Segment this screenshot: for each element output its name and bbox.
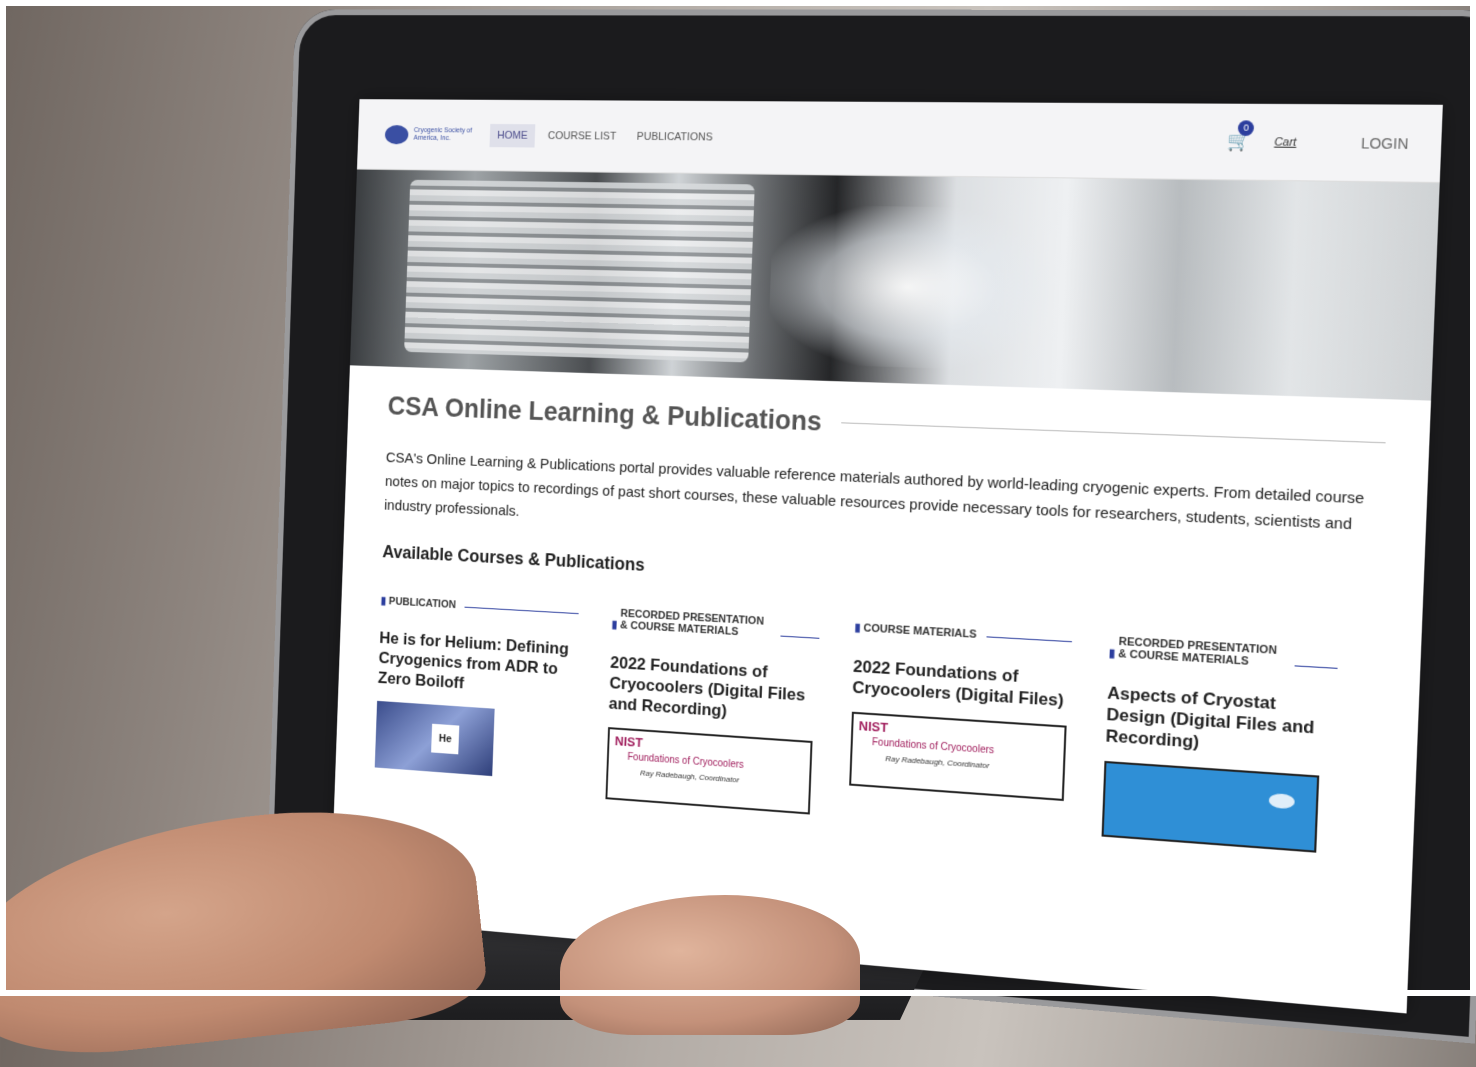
card-tag: ▮ PUBLICATION <box>381 594 579 618</box>
course-card[interactable]: ▮ COURSE MATERIALS 2022 Foundations of C… <box>847 621 1072 834</box>
intro-text: CSA's Online Learning & Publications por… <box>384 446 1384 565</box>
top-navigation: Cryogenic Society of America, Inc. HOME … <box>357 99 1443 183</box>
card-tag-label: RECORDED PRESENTATION & COURSE MATERIALS <box>620 608 771 640</box>
cart-count-badge: 0 <box>1238 120 1255 136</box>
nav-publications[interactable]: PUBLICATIONS <box>629 125 721 149</box>
title-row: CSA Online Learning & Publications <box>387 391 1386 459</box>
cart-icon[interactable]: 🛒 0 <box>1227 131 1252 153</box>
card-title[interactable]: Aspects of Cryostat Design (Digital File… <box>1105 682 1336 762</box>
laptop-screen: Cryogenic Society of America, Inc. HOME … <box>330 99 1443 1013</box>
card-title[interactable]: 2022 Foundations of Cryocoolers (Digital… <box>608 652 818 727</box>
hero-banner <box>350 170 1440 401</box>
main-content: CSA Online Learning & Publications CSA's… <box>335 365 1431 860</box>
card-image-subtitle: Ray Radebaugh, Coordinator <box>885 754 989 770</box>
course-card[interactable]: ▮ PUBLICATION He is for Helium: Defining… <box>374 594 578 796</box>
card-tag: ▮ RECORDED PRESENTATION & COURSE MATERIA… <box>1109 635 1339 673</box>
card-image-text: He <box>431 724 459 755</box>
nist-logo: NIST <box>859 718 889 735</box>
card-image[interactable]: NIST Foundations of Cryocoolers Ray Rade… <box>605 727 812 814</box>
card-tag-label: RECORDED PRESENTATION & COURSE MATERIALS <box>1118 636 1285 670</box>
logo-text: Cryogenic Society of America, Inc. <box>413 127 477 143</box>
card-tag-label: COURSE MATERIALS <box>863 622 976 640</box>
tag-divider <box>1295 665 1338 669</box>
bar-chart-icon: ▮ <box>611 618 617 631</box>
tag-divider <box>987 636 1073 642</box>
card-image-subtitle: Ray Radebaugh, Coordinator <box>640 768 739 784</box>
card-tag: ▮ COURSE MATERIALS <box>854 621 1072 646</box>
card-image[interactable]: He <box>375 701 495 776</box>
site-logo[interactable]: Cryogenic Society of America, Inc. <box>385 125 485 145</box>
card-image[interactable]: NIST Foundations of Cryocoolers Ray Rade… <box>849 712 1066 801</box>
nav-home[interactable]: HOME <box>490 123 536 147</box>
card-image[interactable] <box>1102 761 1320 853</box>
card-tag-label: PUBLICATION <box>389 596 456 611</box>
csa-badge-icon <box>1269 793 1295 809</box>
bar-chart-icon: ▮ <box>854 621 860 634</box>
cart-link[interactable]: Cart <box>1274 136 1297 149</box>
tag-divider <box>780 636 819 639</box>
course-cards: ▮ PUBLICATION He is for Helium: Defining… <box>374 594 1377 856</box>
page-title: CSA Online Learning & Publications <box>387 391 822 437</box>
bar-chart-icon: ▮ <box>1109 646 1116 660</box>
hero-cylinder-image <box>404 180 755 363</box>
left-hand <box>0 793 490 1066</box>
hero-vapor-image <box>767 204 1051 371</box>
nist-logo: NIST <box>615 733 643 750</box>
card-title[interactable]: 2022 Foundations of Cryocoolers (Digital… <box>852 656 1071 712</box>
card-title[interactable]: He is for Helium: Defining Cryogenics fr… <box>378 628 578 701</box>
title-divider <box>841 422 1385 443</box>
card-tag: ▮ RECORDED PRESENTATION & COURSE MATERIA… <box>611 607 819 642</box>
course-card[interactable]: ▮ RECORDED PRESENTATION & COURSE MATERIA… <box>1102 635 1339 854</box>
logo-icon <box>385 125 409 144</box>
bar-chart-icon: ▮ <box>381 594 387 607</box>
login-link[interactable]: LOGIN <box>1361 134 1409 151</box>
nav-spacer <box>720 137 1227 141</box>
tag-divider <box>465 607 578 614</box>
course-card[interactable]: ▮ RECORDED PRESENTATION & COURSE MATERIA… <box>605 607 819 814</box>
nav-course-list[interactable]: COURSE LIST <box>540 124 624 148</box>
